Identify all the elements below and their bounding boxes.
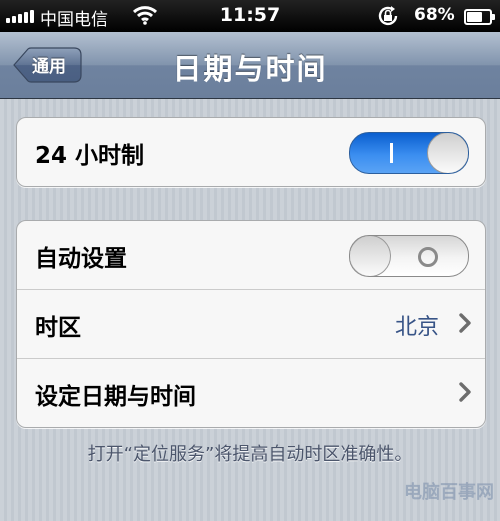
settings-group-time: 自动设置 时区 北京 设定日期与时间	[16, 220, 486, 428]
row-set-date-time-label: 设定日期与时间	[35, 384, 196, 410]
switch-off-mark-icon	[418, 247, 438, 267]
row-24-hour-label: 24 小时制	[35, 143, 145, 169]
row-auto-set: 自动设置	[17, 221, 485, 290]
switch-on-mark-icon	[390, 143, 393, 163]
row-timezone-value: 北京	[394, 315, 439, 340]
chevron-right-icon	[459, 313, 471, 337]
row-24-hour: 24 小时制	[17, 118, 485, 186]
footer-note: 打开“定位服务”将提高自动时区准确性。	[87, 444, 413, 465]
battery-icon	[464, 9, 495, 25]
settings-group-24h: 24 小时制	[16, 117, 486, 187]
row-auto-set-label: 自动设置	[35, 246, 127, 272]
toggle-24-hour[interactable]	[349, 132, 469, 174]
switch-knob	[350, 236, 391, 276]
row-timezone-label: 时区	[35, 315, 81, 341]
row-set-date-time[interactable]: 设定日期与时间	[17, 359, 485, 427]
chevron-right-icon	[459, 382, 471, 406]
battery-percent: 68%	[414, 5, 455, 25]
rotation-lock-icon	[376, 5, 400, 32]
status-bar: 中国电信 11:57 68%	[0, 0, 500, 32]
toggle-auto-set[interactable]	[349, 235, 469, 277]
row-timezone[interactable]: 时区 北京	[17, 290, 485, 359]
page-title: 日期与时间	[172, 52, 328, 86]
watermark-logo: 电脑百事网	[404, 482, 494, 503]
switch-knob	[427, 133, 468, 173]
navigation-bar: 通用 日期与时间	[0, 32, 500, 99]
